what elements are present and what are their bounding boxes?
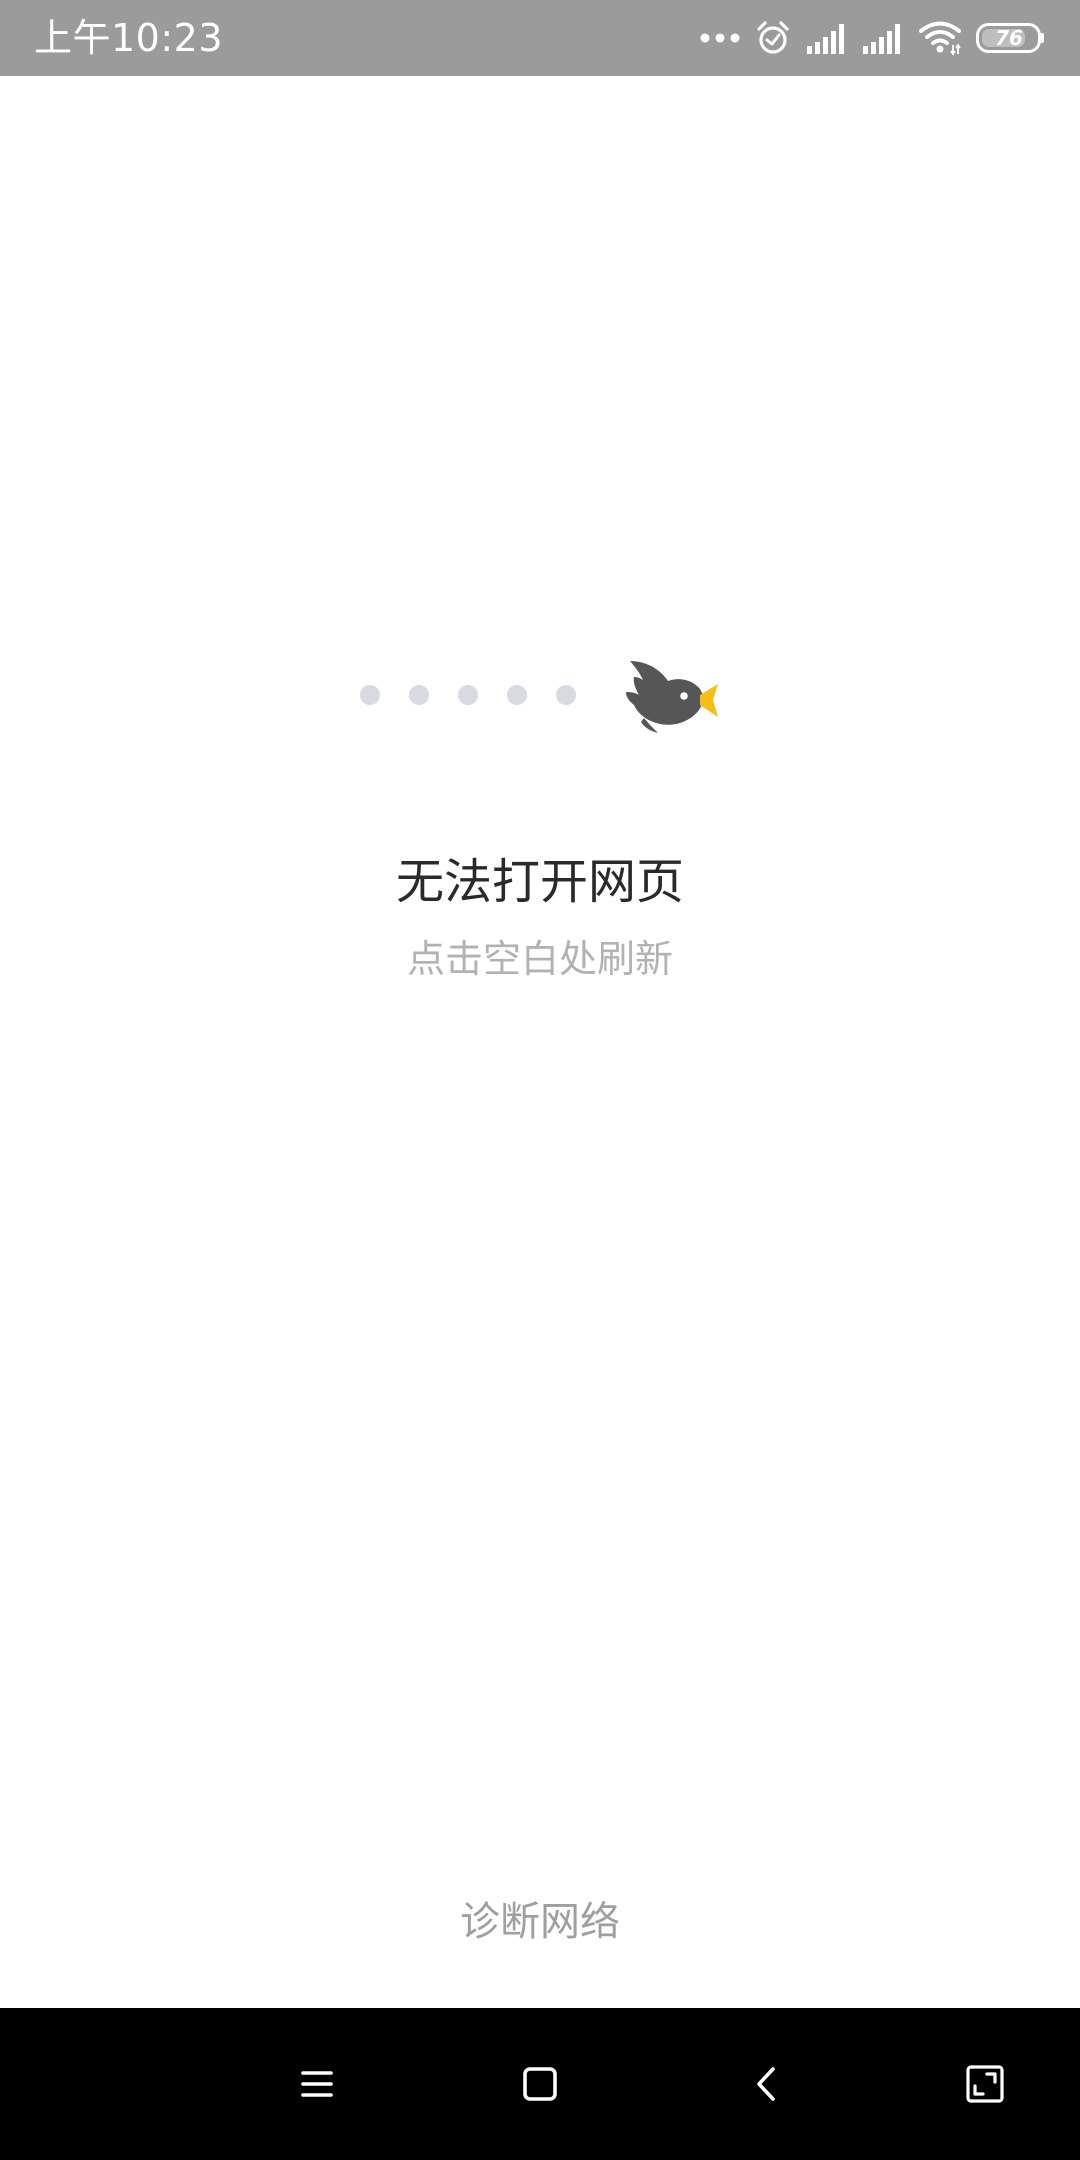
- menu-icon: [301, 2071, 333, 2097]
- back-button[interactable]: [727, 2044, 807, 2124]
- signal-icon: [807, 24, 844, 54]
- diagnose-network-link[interactable]: 诊断网络: [390, 1892, 690, 1952]
- loading-dot: [458, 685, 478, 705]
- back-icon: [757, 2067, 775, 2101]
- loading-dots: [360, 683, 580, 707]
- loading-dot: [360, 685, 380, 705]
- alarm-icon: [757, 21, 789, 54]
- home-icon: [523, 2067, 557, 2101]
- navigation-bar: [0, 2008, 1080, 2160]
- status-time: 上午10:23: [34, 16, 224, 60]
- bird-icon: [626, 661, 718, 733]
- loading-dot: [556, 685, 576, 705]
- wifi-icon: [919, 21, 961, 56]
- loading-dot: [409, 685, 429, 705]
- refresh-blank-area[interactable]: 无法打开网页 点击空白处刷新: [0, 76, 1080, 1856]
- more-dots-icon: [700, 33, 740, 43]
- battery-icon: 76: [976, 23, 1046, 53]
- screen-expand-icon: [966, 2065, 1004, 2103]
- status-bar: 上午10:23 76: [0, 0, 1080, 76]
- error-title: 无法打开网页: [395, 854, 684, 910]
- webpage-content: 无法打开网页 点击空白处刷新 诊断网络: [0, 76, 1080, 2008]
- signal-icon: [863, 24, 900, 54]
- status-icons: 76: [700, 16, 1046, 60]
- refresh-hint: 点击空白处刷新: [406, 937, 673, 981]
- loading-dot: [507, 685, 527, 705]
- screen-expand-button[interactable]: [945, 2044, 1025, 2124]
- battery-level: 76: [995, 26, 1023, 50]
- home-button[interactable]: [500, 2044, 580, 2124]
- menu-button[interactable]: [277, 2044, 357, 2124]
